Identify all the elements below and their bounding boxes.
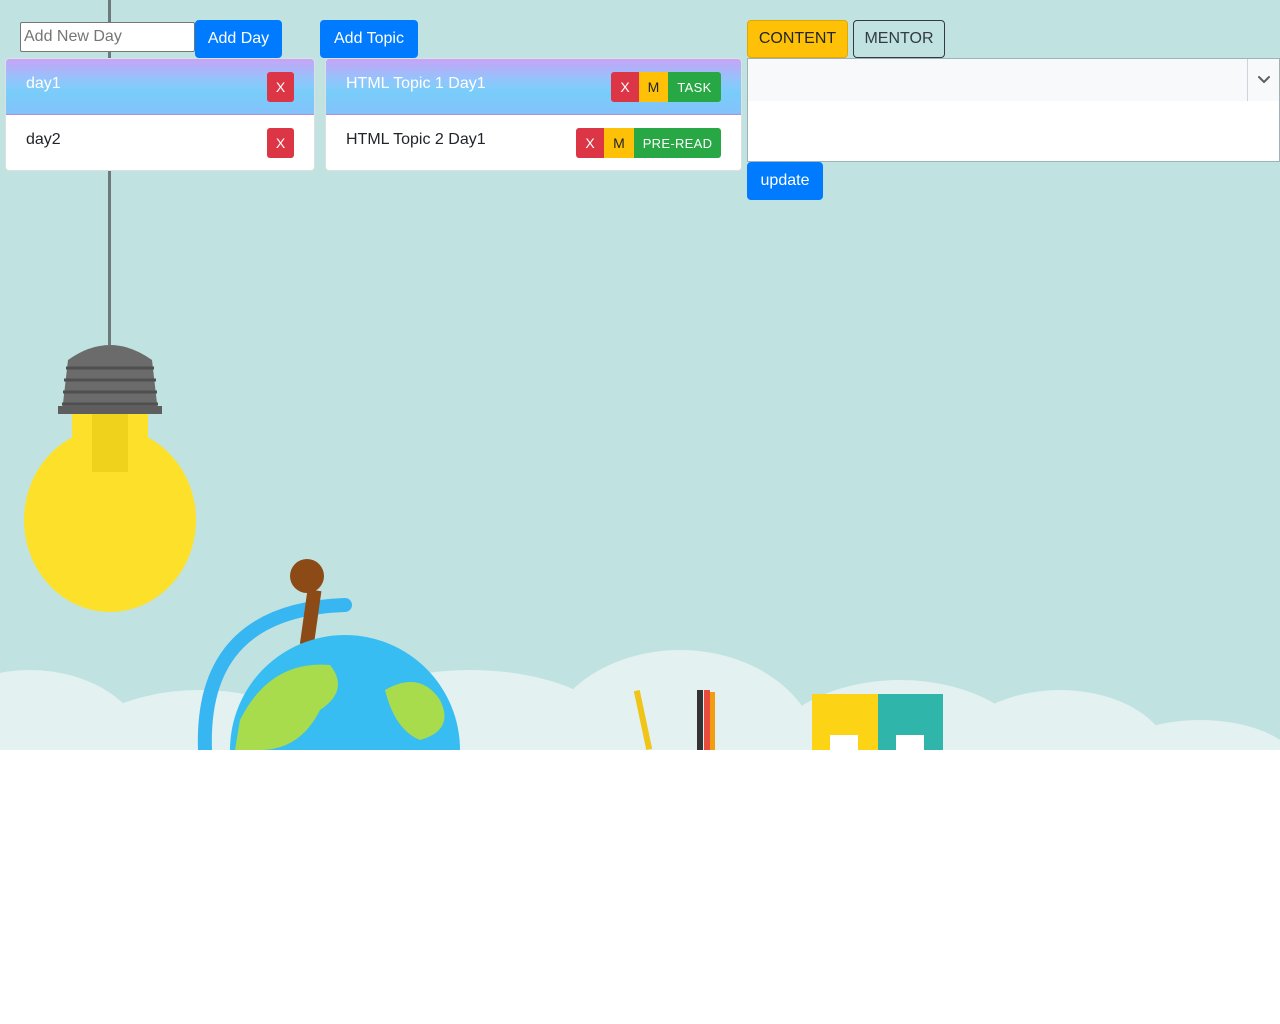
topic-item-1[interactable]: HTML Topic 1 Day1 X M TASK <box>326 59 741 115</box>
add-day-button[interactable]: Add Day <box>195 20 282 58</box>
editor-dropdown-toggle[interactable] <box>1247 59 1279 101</box>
editor-text-area[interactable] <box>748 101 1279 161</box>
tab-mentor[interactable]: MENTOR <box>853 20 945 58</box>
tab-content[interactable]: CONTENT <box>747 20 848 58</box>
delete-day-button[interactable]: X <box>267 72 294 102</box>
topic-type-button[interactable]: TASK <box>668 72 721 102</box>
topic-list: HTML Topic 1 Day1 X M TASK HTML Topic 2 … <box>325 58 742 171</box>
day-label: day2 <box>26 131 61 148</box>
update-button[interactable]: update <box>747 162 823 200</box>
topic-label: HTML Topic 1 Day1 <box>346 75 486 92</box>
day-list: day1 X day2 X <box>5 58 315 171</box>
delete-day-button[interactable]: X <box>267 128 294 158</box>
content-editor[interactable] <box>747 58 1280 162</box>
chevron-down-icon <box>1257 75 1271 85</box>
delete-topic-button[interactable]: X <box>611 72 639 102</box>
day-label: day1 <box>26 75 61 92</box>
add-day-input[interactable] <box>20 22 195 52</box>
mentor-topic-button[interactable]: M <box>639 72 668 102</box>
day-item-day1[interactable]: day1 X <box>6 59 314 115</box>
add-topic-button[interactable]: Add Topic <box>320 20 418 58</box>
topic-type-button[interactable]: PRE-READ <box>634 128 721 158</box>
mentor-topic-button[interactable]: M <box>604 128 634 158</box>
topic-item-2[interactable]: HTML Topic 2 Day1 X M PRE-READ <box>326 115 741 170</box>
day-item-day2[interactable]: day2 X <box>6 115 314 170</box>
topic-label: HTML Topic 2 Day1 <box>346 131 486 148</box>
delete-topic-button[interactable]: X <box>576 128 604 158</box>
editor-select[interactable] <box>748 59 1279 101</box>
